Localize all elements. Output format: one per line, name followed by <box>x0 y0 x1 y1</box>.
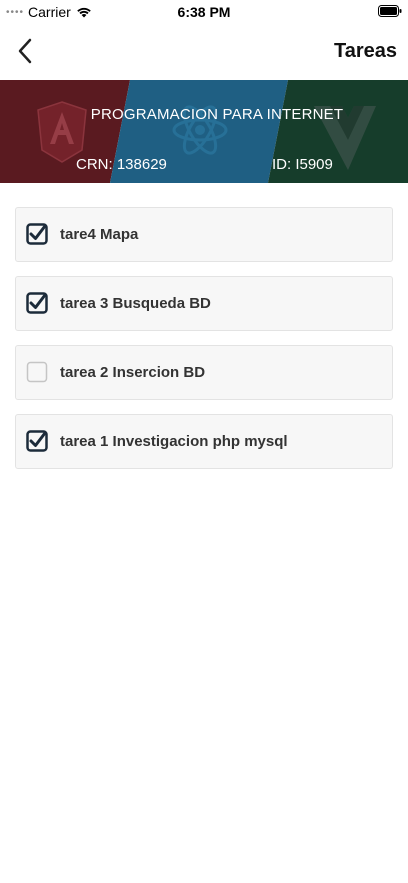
course-banner: PROGRAMACION PARA INTERNET CRN: 138629 I… <box>0 80 408 183</box>
task-item[interactable]: tarea 2 Insercion BD <box>15 345 393 400</box>
task-label: tarea 3 Busqueda BD <box>60 295 211 312</box>
task-item[interactable]: tarea 1 Investigacion php mysql <box>15 414 393 469</box>
status-time: 6:38 PM <box>177 4 231 20</box>
task-label: tarea 2 Insercion BD <box>60 364 206 381</box>
status-bar: •••• Carrier 6:38 PM <box>0 0 408 26</box>
chevron-left-icon <box>18 38 32 64</box>
battery-icon <box>378 5 402 17</box>
course-id: ID: I5909 <box>272 156 333 173</box>
course-title: PROGRAMACION PARA INTERNET <box>90 106 344 123</box>
task-list: tare4 Mapa tarea 3 Busqueda BD tarea 2 I… <box>15 207 393 483</box>
nav-bar: Tareas <box>0 26 408 80</box>
back-button[interactable] <box>10 36 40 66</box>
checkbox-checked-icon[interactable] <box>26 223 48 245</box>
checkbox-checked-icon[interactable] <box>26 430 48 452</box>
task-label: tarea 1 Investigacion php mysql <box>60 433 288 450</box>
task-item[interactable]: tare4 Mapa <box>15 207 393 262</box>
checkbox-checked-icon[interactable] <box>26 292 48 314</box>
course-crn: CRN: 138629 <box>76 156 167 173</box>
task-label: tare4 Mapa <box>60 226 139 243</box>
checkbox-unchecked-icon[interactable] <box>26 361 48 383</box>
banner-background <box>0 80 408 183</box>
page-title: Tareas <box>333 40 397 62</box>
task-item[interactable]: tarea 3 Busqueda BD <box>15 276 393 331</box>
